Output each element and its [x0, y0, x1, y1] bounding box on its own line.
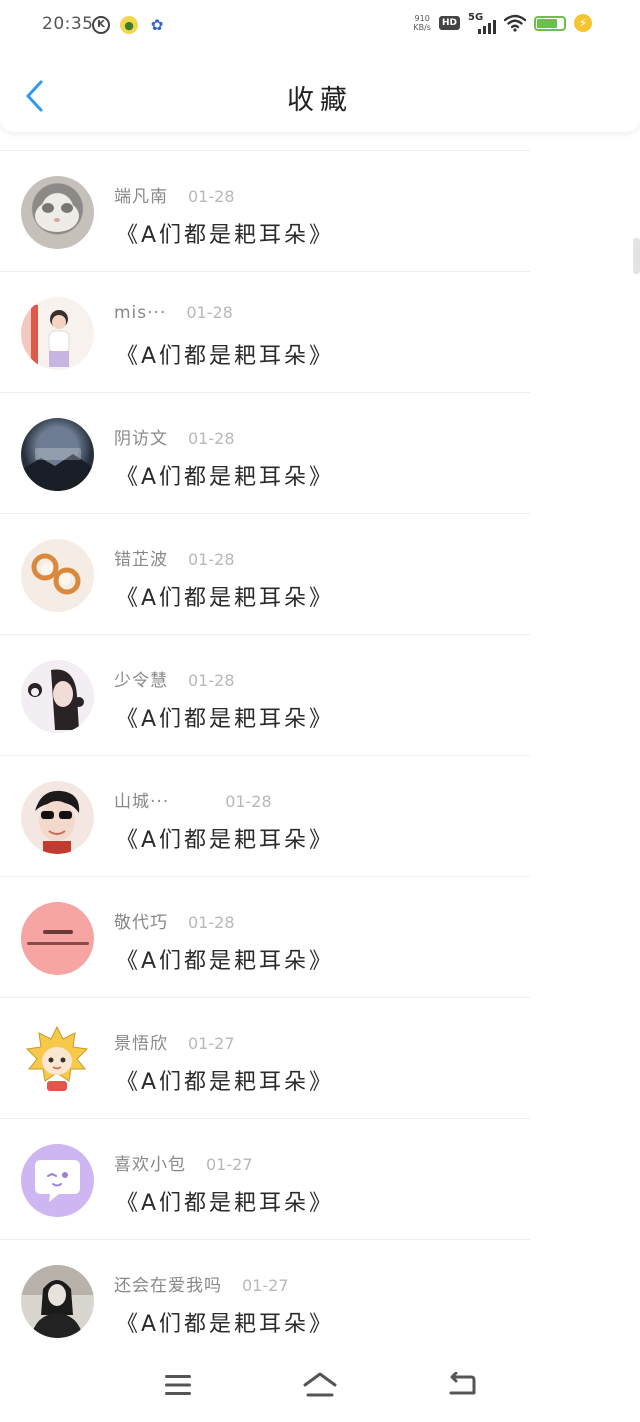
book-title: 《A们都是耙耳朵》 [116, 465, 335, 490]
signal-icon: 5G [468, 12, 496, 34]
book-title: 《A们都是耙耳朵》 [116, 707, 335, 732]
book-title: 《A们都是耙耳朵》 [116, 586, 335, 611]
user-name: 端凡南 [114, 187, 168, 207]
user-name: 还会在爱我吗 [114, 1276, 222, 1296]
sunglasses-boy-photo [35, 790, 80, 854]
post-date: 01-27 [206, 1155, 253, 1174]
menu-icon [165, 1375, 191, 1395]
post-date: 01-28 [188, 550, 235, 569]
post-date: 01-28 [225, 792, 272, 811]
status-time: 20:35 [42, 14, 94, 34]
book-title: 《A们都是耙耳朵》 [116, 223, 335, 248]
post-date: 01-28 [188, 913, 235, 932]
menu-button[interactable] [158, 1368, 198, 1402]
home-icon [303, 1372, 337, 1397]
book-title: 《A们都是耙耳朵》 [116, 949, 335, 974]
system-nav-bar [0, 1350, 640, 1422]
list-item[interactable]: mis··· 01-28 《A们都是耙耳朵》 [0, 271, 530, 392]
hd-badge: HD [438, 16, 460, 30]
book-title: 《A们都是耙耳朵》 [116, 1312, 335, 1337]
avatar [21, 1023, 94, 1096]
list-item[interactable]: 少令慧 01-28 《A们都是耙耳朵》 [0, 634, 530, 755]
list-item[interactable]: 错芷波 01-28 《A们都是耙耳朵》 [0, 513, 530, 634]
list-item[interactable]: 山城··· 01-28 《A们都是耙耳朵》 [0, 755, 530, 876]
post-date: 01-28 [188, 187, 235, 206]
post-date: 01-27 [242, 1276, 289, 1295]
user-name: 敬代巧 [114, 913, 168, 933]
list-item[interactable]: 还会在爱我吗 01-27 《A们都是耙耳朵》 [0, 1239, 530, 1360]
k-circle-icon: K [92, 16, 110, 34]
back-icon [449, 1372, 476, 1395]
user-name: 少令慧 [114, 671, 168, 691]
scrollbar-thumb[interactable] [633, 238, 640, 274]
status-left-icons: K ● ✿ [92, 16, 166, 34]
app-header: 收藏 [0, 52, 640, 132]
user-name: 喜欢小包 [114, 1155, 186, 1175]
wifi-icon [504, 14, 526, 32]
avatar [21, 297, 94, 370]
speed-unit: KB/s [413, 23, 431, 32]
purple-chat-avatar [35, 1160, 80, 1202]
post-date: 01-28 [186, 303, 233, 322]
avatar [21, 418, 94, 491]
list-item[interactable]: 景悟欣 01-27 《A们都是耙耳朵》 [0, 997, 530, 1118]
avatar [21, 902, 94, 975]
back-nav-button[interactable] [442, 1368, 482, 1402]
dark-landscape-photo [21, 448, 94, 491]
avatar [21, 781, 94, 854]
book-title: 《A们都是耙耳朵》 [116, 1070, 335, 1095]
speed-value: 910 [414, 14, 430, 23]
book-title: 《A们都是耙耳朵》 [116, 344, 335, 369]
user-name: 错芷波 [114, 550, 168, 570]
user-name: 阴访文 [114, 429, 168, 449]
status-bar: 20:35 K ● ✿ 910 KB/s HD 5G ⚡ [0, 0, 640, 52]
user-name: 山城··· [114, 792, 170, 812]
post-date: 01-27 [188, 1034, 235, 1053]
user-name: 景悟欣 [114, 1034, 168, 1054]
post-date: 01-28 [188, 671, 235, 690]
user-name: mis··· [114, 303, 167, 323]
book-title: 《A们都是耙耳朵》 [116, 828, 335, 853]
charging-icon: ⚡ [574, 14, 592, 32]
avatar [21, 660, 94, 733]
list-item[interactable]: 阴访文 01-28 《A们都是耙耳朵》 [0, 392, 530, 513]
mascot-icon: ● [120, 16, 138, 34]
home-button[interactable] [300, 1368, 340, 1402]
avatar [21, 539, 94, 612]
battery-icon [534, 15, 566, 31]
paw-icon: ✿ [150, 15, 164, 34]
network-speed: 910 KB/s [413, 14, 431, 32]
avatar [21, 1144, 94, 1217]
list-item[interactable]: 敬代巧 01-28 《A们都是耙耳朵》 [0, 876, 530, 997]
page-title: 收藏 [287, 85, 353, 116]
post-date: 01-28 [188, 429, 235, 448]
cartoon-avatar [25, 1025, 89, 1091]
girl-photo [28, 669, 84, 730]
avatar [21, 176, 94, 249]
list-item[interactable]: 端凡南 01-28 《A们都是耙耳朵》 [0, 150, 530, 271]
bw-portrait-photo [21, 1265, 94, 1338]
cat-photo [35, 200, 79, 232]
pink-text-avatar [27, 930, 89, 945]
favorites-list: 端凡南 01-28 《A们都是耙耳朵》 mis··· 01-28 《A们都是耙耳… [0, 150, 640, 1360]
book-title: 《A们都是耙耳朵》 [116, 1191, 335, 1216]
status-right-icons: 910 KB/s HD 5G ⚡ [413, 12, 592, 34]
person-photo [31, 305, 70, 367]
avatar [21, 1265, 94, 1338]
list-item[interactable]: 喜欢小包 01-27 《A们都是耙耳朵》 [0, 1118, 530, 1239]
earrings-photo [31, 553, 81, 595]
